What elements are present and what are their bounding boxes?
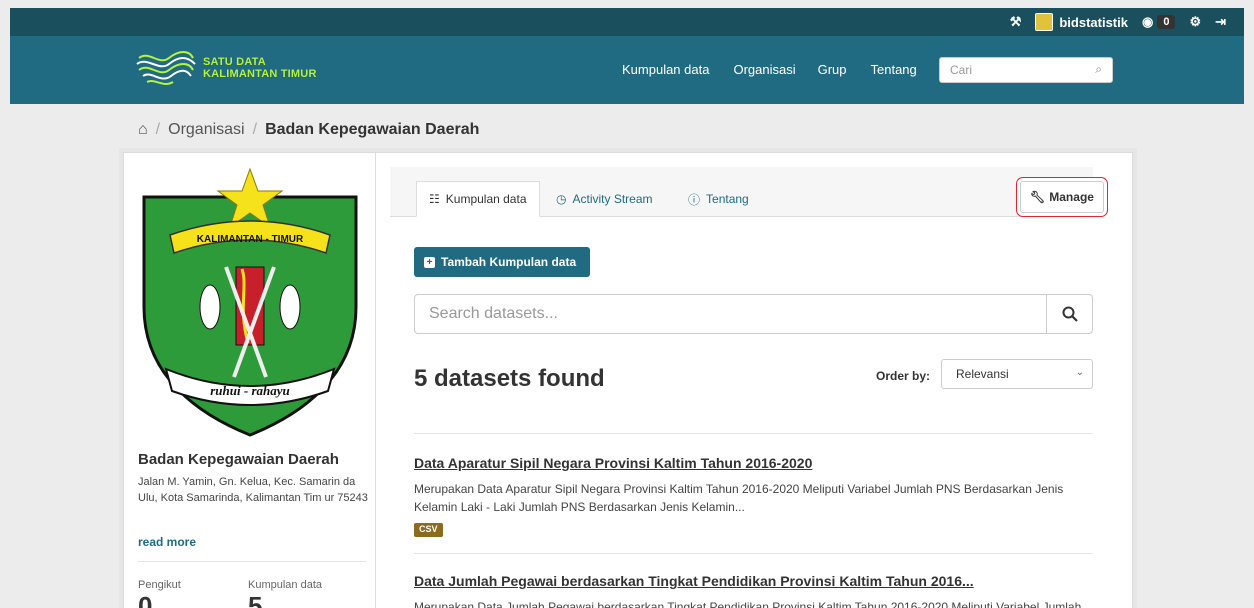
site-search-placeholder: Cari	[950, 63, 973, 77]
home-icon[interactable]: ⌂	[138, 121, 148, 139]
logo-wave-icon	[136, 51, 196, 85]
nav-datasets[interactable]: Kumpulan data	[622, 62, 709, 77]
dataset-notes: Merupakan Data Aparatur Sipil Negara Pro…	[414, 482, 1064, 514]
content-wrapper: KALIMANTAN - TIMUR ruhui - rahayu Badan …	[123, 152, 1133, 608]
logo-line-2: KALIMANTAN TIMUR	[203, 68, 317, 80]
divider	[414, 553, 1093, 554]
main-nav: Kumpulan data Organisasi Grup Tentang	[622, 62, 941, 77]
dataset-search-button[interactable]	[1046, 295, 1092, 333]
manage-button[interactable]: 🔧︎ Manage	[1020, 181, 1104, 213]
username: bidstatistik	[1059, 14, 1128, 30]
user-link[interactable]: bidstatistik	[1035, 13, 1128, 31]
emblem-motto-text: ruhui - rahayu	[210, 383, 289, 398]
breadcrumb-separator: /	[252, 121, 258, 138]
manage-label: Manage	[1049, 190, 1094, 204]
order-by-value: Relevansi	[956, 367, 1009, 381]
followers-label: Pengikut	[138, 579, 181, 591]
dataset-title[interactable]: Data Jumlah Pegawai berdasarkan Tingkat …	[414, 573, 974, 589]
logout-icon[interactable]: ⇥	[1215, 14, 1226, 30]
dataset-search-placeholder: Search datasets...	[429, 305, 558, 322]
tab-datasets[interactable]: ☷ Kumpulan data	[416, 181, 540, 217]
tab-about[interactable]: ⓘ Tentang	[676, 181, 761, 217]
dataset-notes: Merupakan Data Jumlah Pegawai berdasarka…	[414, 600, 1082, 608]
org-emblem-icon[interactable]: KALIMANTAN - TIMUR ruhui - rahayu	[130, 157, 370, 437]
nav-groups[interactable]: Grup	[818, 62, 847, 77]
read-more-link[interactable]: read more	[138, 535, 196, 549]
datasets-count-value: 5	[248, 591, 263, 608]
followers-value: 0	[138, 591, 153, 608]
site-search-input[interactable]: Cari ⌕	[939, 57, 1113, 83]
add-dataset-button[interactable]: + Tambah Kumpulan data	[414, 247, 590, 277]
avatar	[1035, 13, 1054, 31]
dataset-title[interactable]: Data Aparatur Sipil Negara Provinsi Kalt…	[414, 455, 812, 471]
search-icon	[1062, 306, 1078, 322]
results-count: 5 datasets found	[414, 365, 605, 392]
logo-text: SATU DATA KALIMANTAN TIMUR	[203, 56, 317, 80]
breadcrumb-current[interactable]: Badan Kepegawaian Daerah	[265, 121, 479, 139]
order-by-label: Order by:	[876, 369, 931, 383]
emblem-banner-text: KALIMANTAN - TIMUR	[197, 234, 304, 245]
tab-label: Tentang	[706, 192, 749, 206]
settings-icon[interactable]: ⚙	[1189, 14, 1201, 30]
content-tabs: ☷ Kumpulan data ◷ Activity Stream ⓘ Tent…	[390, 167, 1104, 217]
dashboard-link[interactable]: ◉ 0	[1141, 14, 1176, 30]
dataset-search-input[interactable]: Search datasets...	[414, 294, 1093, 334]
search-icon[interactable]: ⌕	[1095, 62, 1102, 77]
logo-line-1: SATU DATA	[203, 56, 266, 68]
breadcrumb-separator: /	[155, 121, 161, 138]
site-logo[interactable]: SATU DATA KALIMANTAN TIMUR	[135, 48, 317, 88]
breadcrumb-organizations[interactable]: Organisasi	[168, 121, 244, 139]
org-description: Jalan M. Yamin, Gn. Kelua, Kec. Samarin …	[138, 476, 368, 504]
dashboard-icon: ◉	[1141, 14, 1154, 29]
org-sidebar: KALIMANTAN - TIMUR ruhui - rahayu Badan …	[124, 153, 376, 608]
chevron-down-icon: ⌄	[1075, 367, 1084, 378]
org-title: Badan Kepegawaian Daerah	[138, 451, 339, 468]
dashboard-count-badge: 0	[1157, 15, 1176, 29]
divider	[138, 561, 366, 562]
tab-label: Activity Stream	[572, 192, 653, 206]
wrench-icon: 🔧︎	[1030, 190, 1046, 204]
plus-square-icon: +	[424, 256, 435, 268]
nav-organizations[interactable]: Organisasi	[733, 62, 795, 77]
datasets-count-label: Kumpulan data	[248, 579, 322, 591]
info-icon: ⓘ	[688, 192, 701, 207]
divider	[414, 433, 1093, 434]
sysadmin-icon[interactable]: ⚒	[1010, 14, 1022, 30]
masthead: SATU DATA KALIMANTAN TIMUR Kumpulan data…	[10, 36, 1244, 104]
breadcrumb: ⌂ / Organisasi / Badan Kepegawaian Daera…	[138, 121, 479, 139]
order-by-select[interactable]: Relevansi ⌄	[941, 359, 1093, 389]
add-dataset-label: Tambah Kumpulan data	[441, 255, 577, 269]
clock-icon: ◷	[556, 192, 567, 206]
format-badge[interactable]: CSV	[414, 523, 443, 537]
nav-about[interactable]: Tentang	[871, 62, 917, 77]
sitemap-icon: ☷	[429, 192, 440, 206]
tab-label: Kumpulan data	[445, 192, 527, 206]
tab-activity-stream[interactable]: ◷ Activity Stream	[544, 181, 665, 217]
account-bar: ⚒ bidstatistik ◉ 0 ⚙ ⇥	[10, 8, 1244, 36]
